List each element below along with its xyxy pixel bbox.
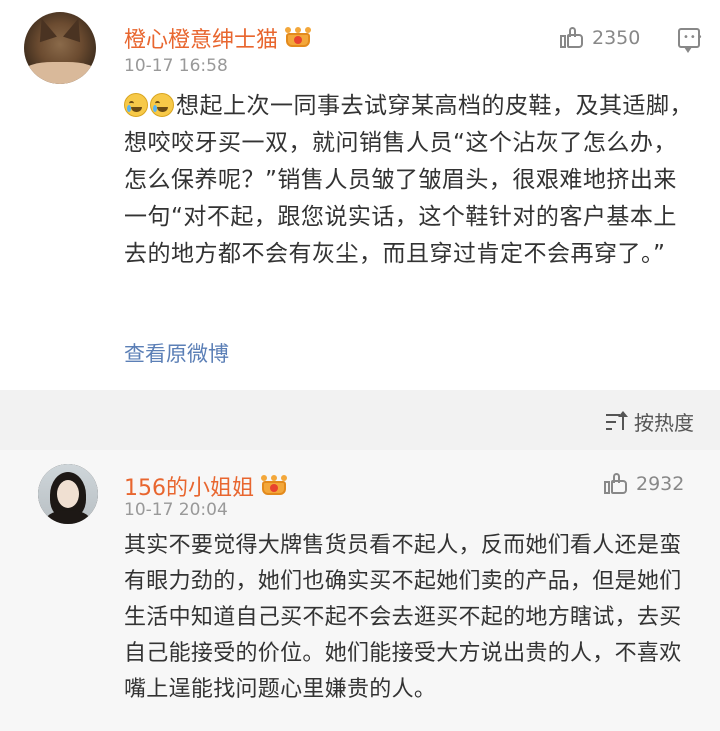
post-like-count: 2350 (592, 27, 641, 49)
post-username-label[interactable]: 橙心橙意绅士猫 (124, 22, 278, 54)
comment-username[interactable]: 156的小姐姐 (124, 470, 288, 502)
comment-body: 其实不要觉得大牌售货员看不起人，反而她们看人还是蛮有眼力劲的，她们也确实买不起她… (124, 533, 682, 702)
cat-ear-right (63, 15, 87, 43)
post-timestamp: 10-17 16:58 (124, 56, 228, 76)
laugh-cry-emoji (150, 93, 174, 117)
sort-label: 按热度 (634, 411, 694, 435)
sort-icon (606, 410, 628, 432)
thumbs-up-icon (604, 472, 628, 496)
vip-crown-icon (284, 27, 312, 49)
comment-avatar[interactable] (38, 464, 98, 524)
laugh-cry-emoji (124, 93, 148, 117)
comment-like-count: 2932 (636, 473, 685, 495)
post-avatar[interactable] (24, 12, 96, 84)
post-username[interactable]: 橙心橙意绅士猫 (124, 22, 312, 54)
comment-icon[interactable]: ••• (678, 28, 703, 53)
sort-by-hot-button[interactable]: 按热度 (606, 407, 694, 436)
avatar-hand (24, 62, 96, 84)
vip-crown-icon (260, 475, 288, 497)
post-body: 想起上次一同事去试穿某高档的皮鞋，及其适脚，想咬咬牙买一双，就问销售人员“这个沾… (124, 88, 694, 273)
post-body-text: 想起上次一同事去试穿某高档的皮鞋，及其适脚，想咬咬牙买一双，就问销售人员“这个沾… (124, 93, 693, 267)
thumbs-up-icon (560, 26, 584, 50)
post-like-button[interactable]: 2350 (560, 26, 640, 50)
comment-like-button[interactable]: 2932 (604, 472, 684, 496)
comment-username-label[interactable]: 156的小姐姐 (124, 470, 254, 502)
view-original-link[interactable]: 查看原微博 (124, 338, 229, 368)
comment-timestamp: 10-17 20:04 (124, 500, 228, 520)
cat-ear-left (33, 15, 57, 43)
